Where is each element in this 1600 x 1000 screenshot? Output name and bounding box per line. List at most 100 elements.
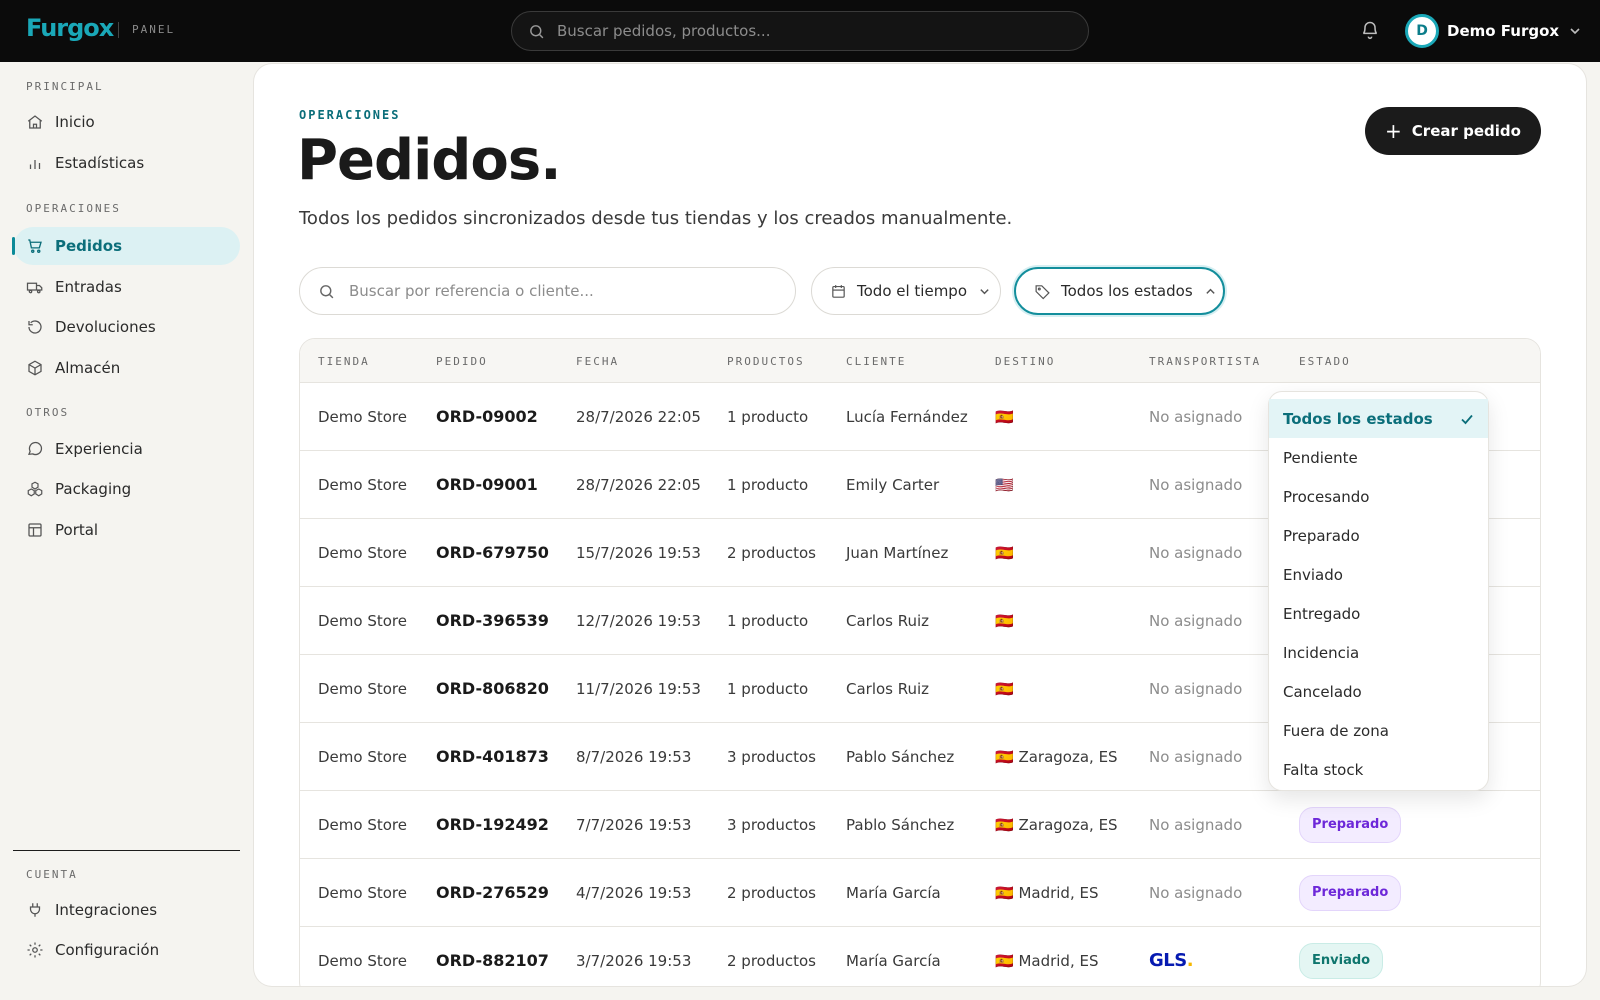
section-label-cuenta: CUENTA xyxy=(26,868,78,881)
cart-icon xyxy=(28,239,42,253)
cell-customer: Carlos Ruiz xyxy=(846,655,976,723)
user-menu[interactable]: D Demo Furgox xyxy=(1405,14,1581,48)
status-option[interactable]: Preparado xyxy=(1269,516,1488,555)
cell-carrier: No asignado xyxy=(1149,451,1279,519)
status-option[interactable]: Enviado xyxy=(1269,555,1488,594)
sidebar-item-entradas[interactable]: Entradas xyxy=(14,268,240,306)
cell-text: 15/7/2026 19:53 xyxy=(576,544,701,562)
cell-products: 1 producto xyxy=(727,451,827,519)
chevron-down-icon xyxy=(1570,28,1580,35)
bell-icon[interactable] xyxy=(1360,20,1380,40)
status-option[interactable]: Fuera de zona xyxy=(1269,711,1488,750)
sidebar-item-devoluciones[interactable]: Devoluciones xyxy=(14,308,240,346)
status-filter[interactable]: Todos los estados xyxy=(1014,267,1225,315)
cell-date: 12/7/2026 19:53 xyxy=(576,587,706,655)
status-option[interactable]: Cancelado xyxy=(1269,672,1488,711)
column-header[interactable]: PRODUCTOS xyxy=(727,355,805,368)
cell-text: Pablo Sánchez xyxy=(846,816,955,834)
sidebar-item-label: Devoluciones xyxy=(55,318,156,336)
global-search[interactable] xyxy=(511,11,1089,51)
sidebar-item-estadisticas[interactable]: Estadísticas xyxy=(14,144,240,182)
sidebar-item-label: Inicio xyxy=(55,113,95,131)
cell-text: ORD-09001 xyxy=(436,475,538,494)
sidebar-item-experiencia[interactable]: Experiencia xyxy=(14,430,240,468)
column-header[interactable]: FECHA xyxy=(576,355,619,368)
status-option[interactable]: Falta stock xyxy=(1269,750,1488,789)
column-header[interactable]: CLIENTE xyxy=(846,355,906,368)
status-option-label: Pendiente xyxy=(1283,448,1358,467)
sidebar-item-pedidos[interactable]: Pedidos xyxy=(12,227,240,265)
table-row[interactable]: Demo Store ORD-276529 4/7/2026 19:53 2 prod… xyxy=(300,859,1540,927)
app-logo[interactable]: Furgox xyxy=(26,14,114,42)
date-filter[interactable]: Todo el tiempo xyxy=(811,267,1001,315)
column-header[interactable]: ESTADO xyxy=(1299,355,1351,368)
cell-text: 🇪🇸 xyxy=(995,680,1014,698)
cell-text: 3/7/2026 19:53 xyxy=(576,952,692,970)
table-row[interactable]: Demo Store ORD-882107 3/7/2026 19:53 2 prod… xyxy=(300,927,1540,986)
cell-text: Demo Store xyxy=(318,816,407,834)
sidebar-item-configuracion[interactable]: Configuración xyxy=(14,931,240,969)
cell-order: ORD-396539 xyxy=(436,587,556,655)
cell-order: ORD-401873 xyxy=(436,723,556,791)
cell-text: 🇪🇸 xyxy=(995,544,1014,562)
order-search-input[interactable] xyxy=(349,282,769,300)
cell-status: Preparado xyxy=(1299,791,1499,859)
cell-text: 🇪🇸 Zaragoza, ES xyxy=(995,748,1118,766)
table-row[interactable]: Demo Store ORD-192492 7/7/2026 19:53 3 prod… xyxy=(300,791,1540,859)
cell-store: Demo Store xyxy=(318,383,418,451)
sidebar-item-integraciones[interactable]: Integraciones xyxy=(14,891,240,929)
sidebar-item-almacen[interactable]: Almacén xyxy=(14,349,240,387)
status-option[interactable]: Todos los estados xyxy=(1269,399,1488,438)
cell-text: 7/7/2026 19:53 xyxy=(576,816,692,834)
cell-text: Lucía Fernández xyxy=(846,408,968,426)
cell-dest: 🇪🇸 xyxy=(995,655,1140,723)
status-option-label: Procesando xyxy=(1283,487,1370,506)
cell-order: ORD-09002 xyxy=(436,383,556,451)
plus-icon: + xyxy=(1385,119,1402,143)
status-option[interactable]: Incidencia xyxy=(1269,633,1488,672)
status-option-label: Incidencia xyxy=(1283,643,1360,662)
column-header[interactable]: DESTINO xyxy=(995,355,1055,368)
cell-text: 🇪🇸 Madrid, ES xyxy=(995,884,1099,902)
cell-text: ORD-09002 xyxy=(436,407,538,426)
sidebar: PRINCIPAL Inicio Estadísticas OPERACIONE… xyxy=(0,62,252,1000)
cell-text: 28/7/2026 22:05 xyxy=(576,408,701,426)
status-option[interactable]: Procesando xyxy=(1269,477,1488,516)
cell-text: 1 producto xyxy=(727,476,809,494)
column-header[interactable]: TIENDA xyxy=(318,355,370,368)
global-search-input[interactable] xyxy=(557,22,1057,40)
sidebar-item-label: Integraciones xyxy=(55,901,158,919)
cell-status: Enviado xyxy=(1299,927,1499,986)
cell-order: ORD-679750 xyxy=(436,519,556,587)
cell-text: Demo Store xyxy=(318,612,407,630)
cell-customer: Emily Carter xyxy=(846,451,976,519)
status-option[interactable]: Pendiente xyxy=(1269,438,1488,477)
cell-text: Demo Store xyxy=(318,884,407,902)
search-icon xyxy=(320,284,334,298)
order-search[interactable] xyxy=(299,267,796,315)
page-title: Pedidos. xyxy=(297,128,561,193)
column-header[interactable]: PEDIDO xyxy=(436,355,488,368)
bar-chart-icon xyxy=(29,160,41,169)
cell-customer: Pablo Sánchez xyxy=(846,723,976,791)
cell-text: ORD-679750 xyxy=(436,543,549,562)
cell-text: 3 productos xyxy=(727,816,816,834)
sidebar-item-inicio[interactable]: Inicio xyxy=(14,103,240,141)
status-option[interactable]: Entregado xyxy=(1269,594,1488,633)
truck-icon xyxy=(26,282,43,294)
cell-text: 1 producto xyxy=(727,408,809,426)
avatar: D xyxy=(1405,14,1439,48)
create-order-button[interactable]: + Crear pedido xyxy=(1365,107,1541,155)
status-option-label: Fuera de zona xyxy=(1283,721,1389,740)
calendar-icon xyxy=(832,284,845,298)
cell-text: No asignado xyxy=(1149,544,1243,562)
sidebar-item-portal[interactable]: Portal xyxy=(14,511,240,549)
cell-carrier: No asignado xyxy=(1149,655,1279,723)
layout-icon xyxy=(28,523,42,537)
sidebar-item-packaging[interactable]: Packaging xyxy=(14,470,240,508)
cell-text: 🇪🇸 xyxy=(995,408,1014,426)
column-header[interactable]: TRANSPORTISTA xyxy=(1149,355,1261,368)
cell-text: Carlos Ruiz xyxy=(846,612,930,630)
cell-text: No asignado xyxy=(1149,476,1243,494)
cell-text: Emily Carter xyxy=(846,476,940,494)
